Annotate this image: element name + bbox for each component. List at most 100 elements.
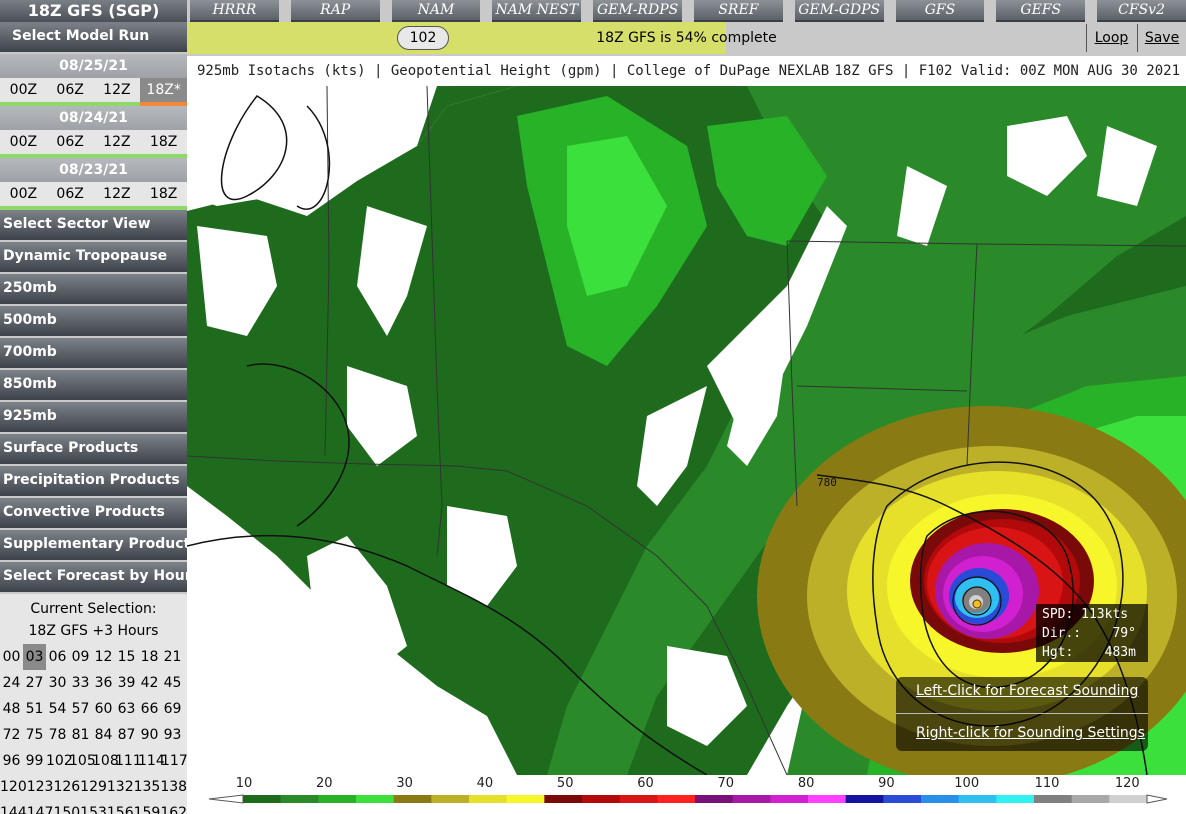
run-row: 00Z 06Z 12Z 18Z	[0, 130, 187, 158]
forecast-hour-cell[interactable]: 21	[161, 644, 184, 670]
forecast-hour-cell[interactable]: 78	[46, 722, 69, 748]
save-button[interactable]: Save	[1137, 24, 1186, 52]
forecast-hour-cell[interactable]: 105	[69, 748, 96, 774]
forecast-hour-cell[interactable]: 45	[161, 670, 184, 696]
tab-hrrr[interactable]: HRRR	[190, 0, 279, 22]
tab-gem-gdps[interactable]: GEM-GDPS	[794, 0, 884, 22]
run-time-cell[interactable]: 06Z	[47, 78, 94, 102]
tab-cfsv2[interactable]: CFSv2	[1097, 0, 1186, 22]
current-selection-value: 18Z GFS +3 Hours	[28, 623, 159, 639]
forecast-hour-row[interactable]: 120123126129132135138141	[0, 774, 187, 800]
contour-label: 780	[817, 476, 837, 489]
run-time-cell[interactable]: 18Z	[140, 130, 187, 154]
progress-text: 18Z GFS is 54% complete	[596, 30, 777, 46]
menu-500mb[interactable]: 500mb	[0, 306, 187, 336]
run-time-cell[interactable]: 12Z	[94, 182, 141, 206]
legend-tick-label: 50	[557, 776, 574, 791]
menu-dynamic-tropopause[interactable]: Dynamic Tropopause	[0, 242, 187, 272]
forecast-hour-cell[interactable]: 27	[23, 670, 46, 696]
forecast-hour-cell[interactable]: 111	[115, 748, 142, 774]
run-time-cell[interactable]: 00Z	[0, 130, 47, 154]
tab-sref[interactable]: SREF	[693, 0, 783, 22]
forecast-hour-cell[interactable]: 87	[115, 722, 138, 748]
legend-swatch	[544, 795, 583, 803]
forecast-hour-cell[interactable]: 90	[138, 722, 161, 748]
menu-select-forecast-by-hour[interactable]: Select Forecast by Hour	[0, 562, 187, 592]
weather-map[interactable]: 780 SPD: 113kts Dir.: 79° Hgt: 483m Left…	[187, 86, 1186, 775]
menu-700mb[interactable]: 700mb	[0, 338, 187, 368]
forecast-hour-cell[interactable]: 117	[161, 748, 187, 774]
forecast-hour-cell[interactable]: 75	[23, 722, 46, 748]
tab-gem-rdps[interactable]: GEM-RDPS	[593, 0, 682, 22]
legend-tick-label: 120	[1115, 776, 1140, 791]
legend-swatch	[657, 795, 696, 803]
forecast-hour-cell[interactable]: 81	[69, 722, 92, 748]
forecast-hour-cell[interactable]: 15	[115, 644, 138, 670]
forecast-hour-cell[interactable]: 63	[115, 696, 138, 722]
run-time-cell[interactable]: 06Z	[47, 182, 94, 206]
forecast-hour-cell[interactable]: 00	[0, 644, 23, 670]
frame-number-badge[interactable]: 102	[397, 26, 449, 50]
run-time-cell[interactable]: 12Z	[94, 130, 141, 154]
legend-tick-label: 110	[1035, 776, 1060, 791]
dir-value: 79°	[1112, 626, 1136, 641]
menu-925mb[interactable]: 925mb	[0, 402, 187, 432]
legend-tick-label: 40	[477, 776, 494, 791]
legend-left-arrow	[208, 794, 244, 804]
forecast-hour-cell[interactable]: 102	[46, 748, 73, 774]
forecast-hour-cell[interactable]: 69	[161, 696, 184, 722]
forecast-hour-cell[interactable]: 42	[138, 670, 161, 696]
tab-nam[interactable]: NAM	[391, 0, 481, 22]
forecast-hour-row[interactable]: 144147150153156159162165	[0, 800, 187, 814]
run-time-cell[interactable]: 00Z	[0, 182, 47, 206]
run-time-cell[interactable]: 12Z	[94, 78, 141, 102]
forecast-hour-cell[interactable]: 36	[92, 670, 115, 696]
run-time-cell[interactable]: 18Z	[140, 182, 187, 206]
forecast-hour-cell[interactable]: 39	[115, 670, 138, 696]
legend-swatch	[921, 795, 960, 803]
menu-precipitation-products[interactable]: Precipitation Products	[0, 466, 187, 496]
forecast-hour-cell[interactable]: 108	[92, 748, 119, 774]
forecast-hour-cell[interactable]: 60	[92, 696, 115, 722]
color-scale-legend: 10 20 30 40 50 60 70 80 90 100 110 120	[187, 775, 1186, 814]
run-time-cell-selected[interactable]: 18Z*	[140, 78, 187, 106]
forecast-hour-cell[interactable]: 84	[92, 722, 115, 748]
legend-tick-label: 30	[396, 776, 413, 791]
loop-button[interactable]: Loop	[1086, 24, 1136, 52]
tab-gfs[interactable]: GFS	[895, 0, 985, 22]
forecast-hour-cell[interactable]: 03	[23, 644, 46, 670]
run-time-cell[interactable]: 06Z	[47, 130, 94, 154]
forecast-hour-cell[interactable]: 06	[46, 644, 69, 670]
forecast-hour-cell[interactable]: 18	[138, 644, 161, 670]
sounding-settings-link[interactable]: Right-click for Sounding Settings	[916, 725, 1145, 741]
forecast-hour-cell[interactable]: 57	[69, 696, 92, 722]
forecast-hour-cell[interactable]: 51	[23, 696, 46, 722]
forecast-hour-cell[interactable]: 93	[161, 722, 184, 748]
forecast-hour-cell[interactable]: 114	[138, 748, 165, 774]
forecast-hour-cell[interactable]: 33	[69, 670, 92, 696]
tab-rap[interactable]: RAP	[290, 0, 380, 22]
menu-select-sector-view[interactable]: Select Sector View	[0, 210, 187, 240]
menu-surface-products[interactable]: Surface Products	[0, 434, 187, 464]
forecast-hour-cell[interactable]: 72	[0, 722, 23, 748]
forecast-hour-cell[interactable]: 66	[138, 696, 161, 722]
menu-convective-products[interactable]: Convective Products	[0, 498, 187, 528]
forecast-hour-cell[interactable]: 96	[0, 748, 23, 774]
menu-supplementary-products[interactable]: Supplementary Products	[0, 530, 187, 560]
forecast-hour-cell[interactable]: 09	[69, 644, 92, 670]
run-date: 08/25/21	[0, 54, 187, 78]
run-time-cell[interactable]: 00Z	[0, 78, 47, 102]
tab-gefs[interactable]: GEFS	[996, 0, 1086, 22]
forecast-sounding-link[interactable]: Left-Click for Forecast Sounding	[916, 683, 1138, 699]
select-model-run-button[interactable]: Select Model Run	[0, 22, 187, 52]
forecast-hour-cell[interactable]: 54	[46, 696, 69, 722]
forecast-hour-cell[interactable]: 48	[0, 696, 23, 722]
menu-250mb[interactable]: 250mb	[0, 274, 187, 304]
forecast-hour-cell[interactable]: 30	[46, 670, 69, 696]
hgt-label: Hgt:	[1042, 645, 1074, 660]
menu-850mb[interactable]: 850mb	[0, 370, 187, 400]
forecast-hour-cell[interactable]: 99	[23, 748, 46, 774]
tab-nam-nest[interactable]: NAM NEST	[492, 0, 582, 22]
forecast-hour-cell[interactable]: 12	[92, 644, 115, 670]
forecast-hour-cell[interactable]: 24	[0, 670, 23, 696]
